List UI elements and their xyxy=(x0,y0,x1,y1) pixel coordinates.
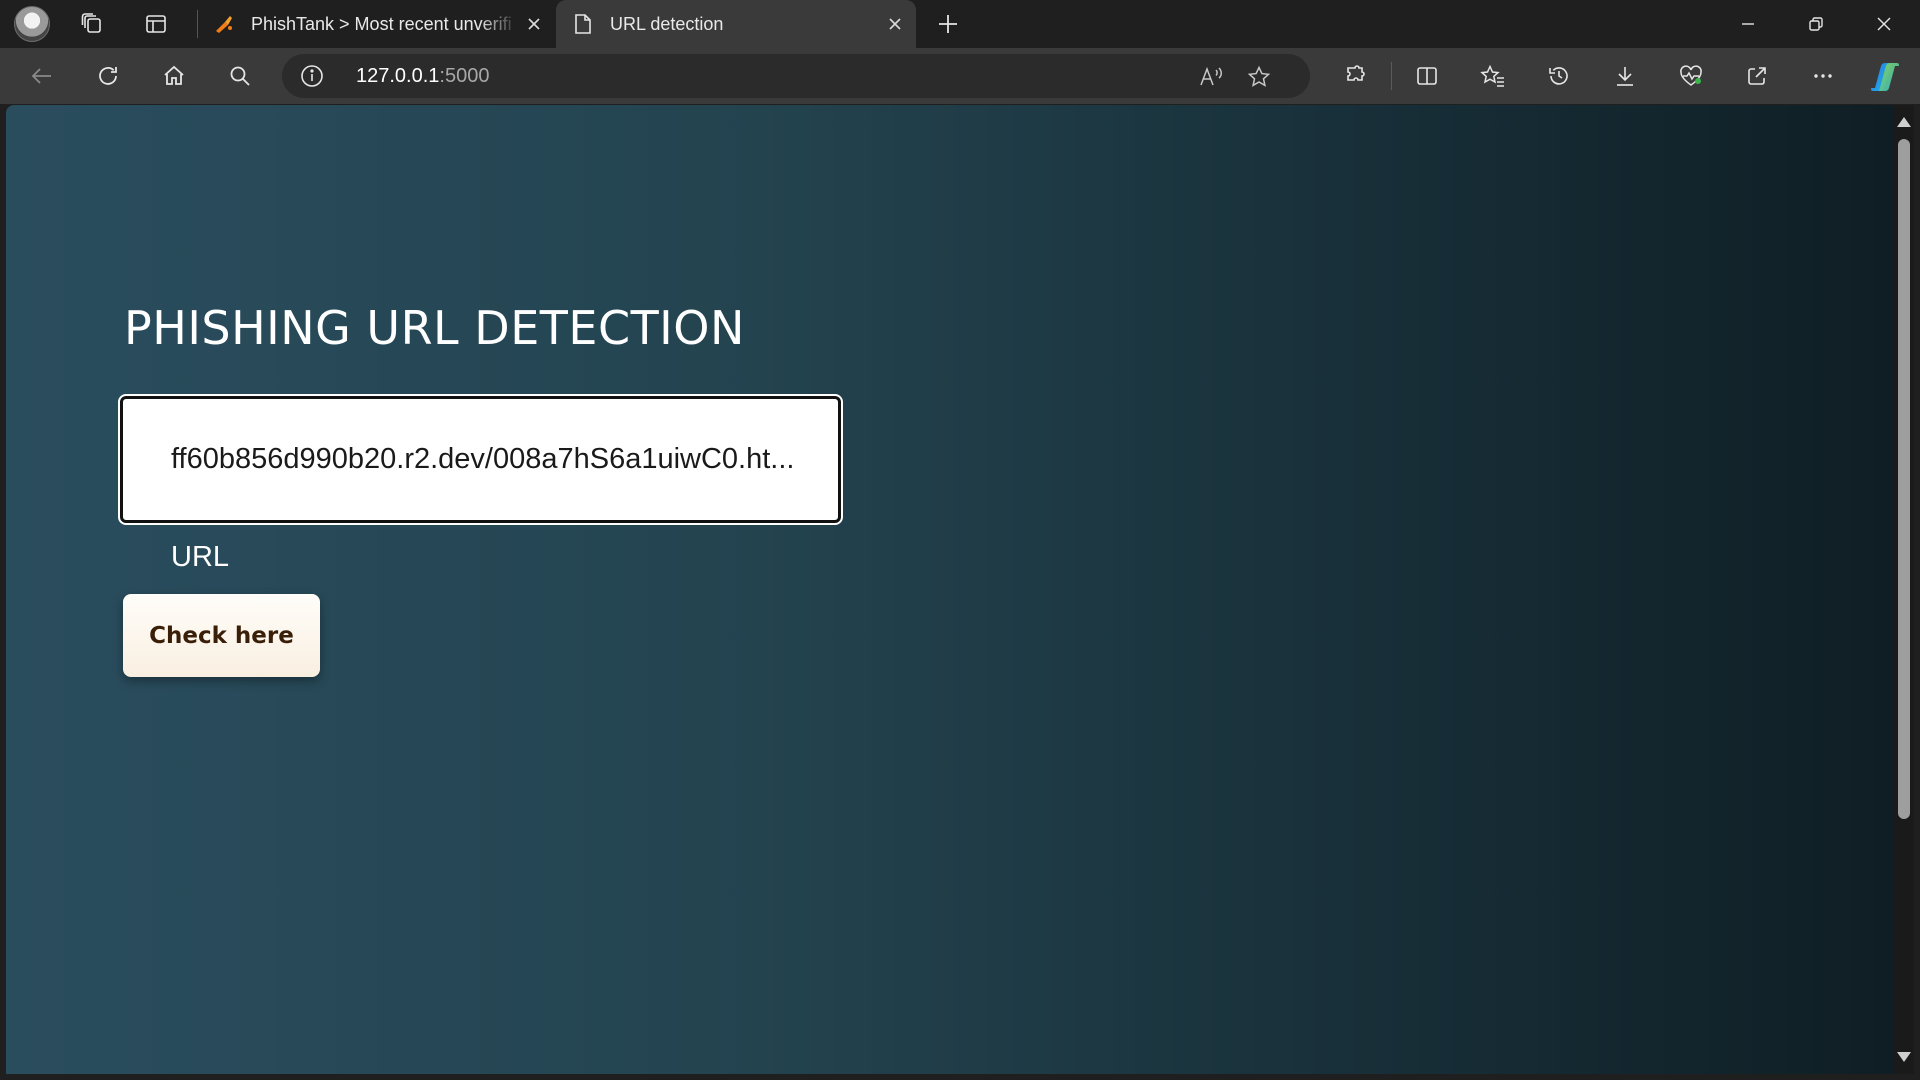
new-tab-icon[interactable] xyxy=(930,6,966,42)
share-icon[interactable] xyxy=(1739,58,1775,94)
workspaces-icon[interactable] xyxy=(74,6,110,42)
favorite-star-icon[interactable] xyxy=(1242,60,1276,94)
phishtank-favicon-icon xyxy=(213,13,235,35)
address-host: 127.0.0.1 xyxy=(356,65,440,87)
vertical-tabs-icon[interactable] xyxy=(138,6,174,42)
address-bar[interactable]: 127.0.0.1:5000 xyxy=(282,54,1310,98)
page-viewport: PHISHING URL DETECTION ff60b856d990b20.r… xyxy=(6,105,1894,1074)
tab-url-detection[interactable]: URL detection xyxy=(556,0,916,48)
scroll-up-arrow-icon[interactable] xyxy=(1897,117,1911,127)
url-field-label: URL xyxy=(171,541,230,573)
tab-title: URL detection xyxy=(610,13,724,34)
window-bottom-edge xyxy=(0,1074,1920,1080)
minimize-icon[interactable] xyxy=(1714,0,1782,48)
tab-phishtank[interactable]: PhishTank > Most recent unverifi xyxy=(205,0,555,48)
tab-separator xyxy=(197,10,198,38)
title-bar: PhishTank > Most recent unverifi URL det… xyxy=(0,0,1920,48)
favorites-icon[interactable] xyxy=(1475,58,1511,94)
url-input[interactable]: ff60b856d990b20.r2.dev/008a7hS6a1uiwC0.h… xyxy=(118,394,843,525)
tab-title: PhishTank > Most recent unverifi xyxy=(251,13,512,34)
browser-essentials-icon[interactable] xyxy=(1673,58,1709,94)
page-icon xyxy=(572,13,594,35)
more-menu-icon[interactable] xyxy=(1805,58,1841,94)
extensions-icon[interactable] xyxy=(1337,58,1373,94)
close-tab-icon[interactable] xyxy=(519,9,549,39)
close-window-icon[interactable] xyxy=(1850,0,1918,48)
search-icon[interactable] xyxy=(222,58,258,94)
check-here-button[interactable]: Check here xyxy=(123,594,320,677)
downloads-icon[interactable] xyxy=(1607,58,1643,94)
refresh-icon[interactable] xyxy=(90,58,126,94)
read-aloud-icon[interactable] xyxy=(1194,60,1228,94)
address-text[interactable]: 127.0.0.1:5000 xyxy=(356,65,489,88)
restore-icon[interactable] xyxy=(1782,0,1850,48)
close-tab-icon[interactable] xyxy=(880,9,910,39)
address-port: :5000 xyxy=(439,65,490,87)
page-title: PHISHING URL DETECTION xyxy=(124,301,745,355)
site-info-icon[interactable] xyxy=(298,62,326,90)
back-arrow-icon[interactable] xyxy=(24,58,60,94)
vertical-scrollbar[interactable] xyxy=(1894,105,1914,1074)
scroll-down-arrow-icon[interactable] xyxy=(1897,1052,1911,1062)
navigation-toolbar: 127.0.0.1:5000 xyxy=(0,48,1920,104)
split-screen-icon[interactable] xyxy=(1409,58,1445,94)
profile-avatar[interactable] xyxy=(14,6,50,42)
home-icon[interactable] xyxy=(156,58,192,94)
toolbar-divider xyxy=(1391,62,1392,90)
copilot-icon[interactable] xyxy=(1866,58,1904,96)
history-icon[interactable] xyxy=(1541,58,1577,94)
scrollbar-thumb[interactable] xyxy=(1898,139,1910,819)
